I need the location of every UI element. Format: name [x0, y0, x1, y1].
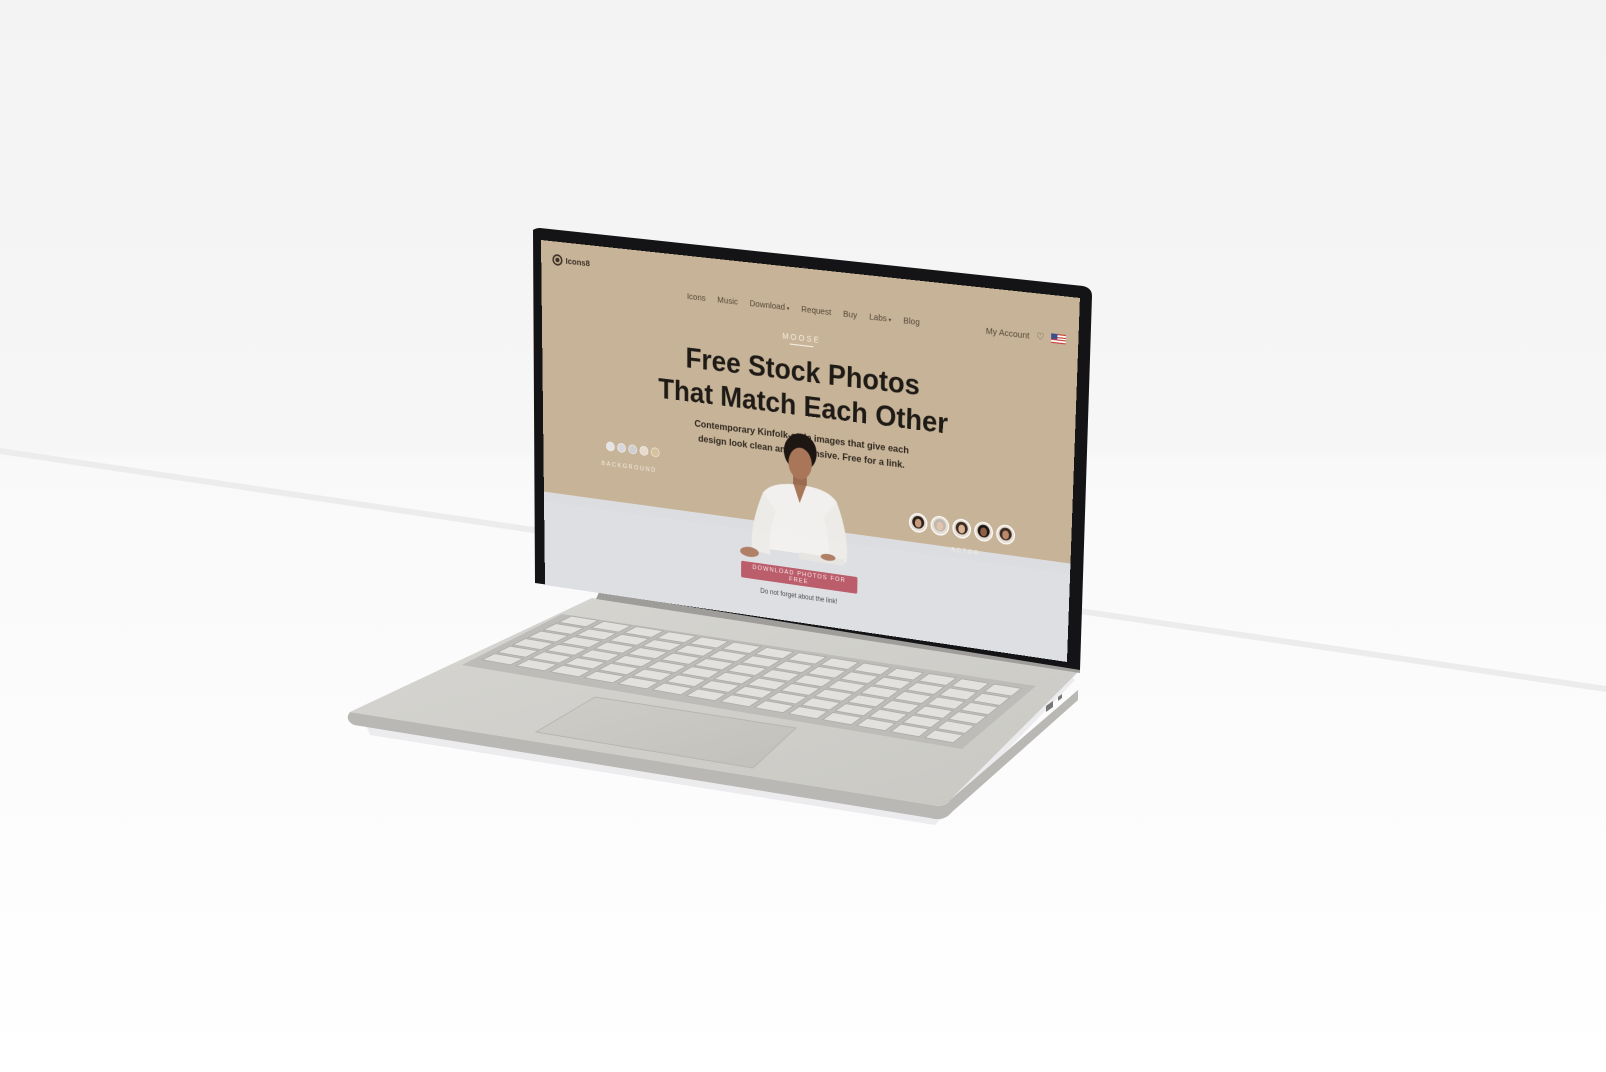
- photo-scene: Icons8 Icons Music Download ▾ Request Buy…: [0, 0, 1606, 1072]
